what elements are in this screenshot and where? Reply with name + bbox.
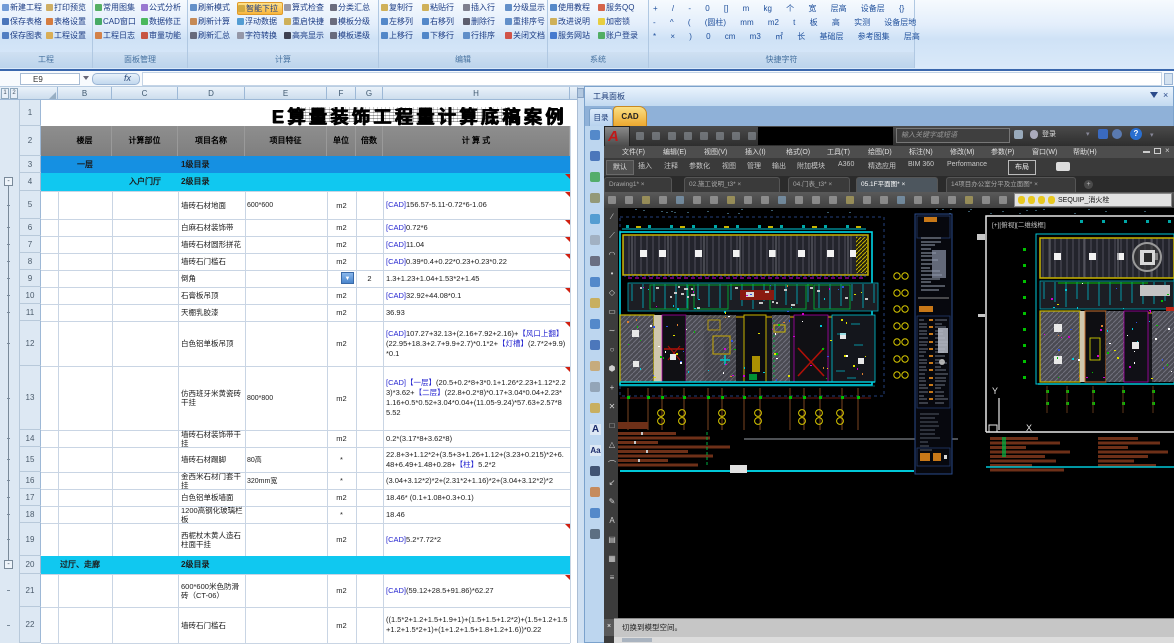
svg-text:X: X (1026, 423, 1032, 433)
svg-text:[+][俯视][二维线框]: [+][俯视][二维线框] (992, 220, 1046, 229)
svg-text:Y: Y (992, 386, 998, 396)
